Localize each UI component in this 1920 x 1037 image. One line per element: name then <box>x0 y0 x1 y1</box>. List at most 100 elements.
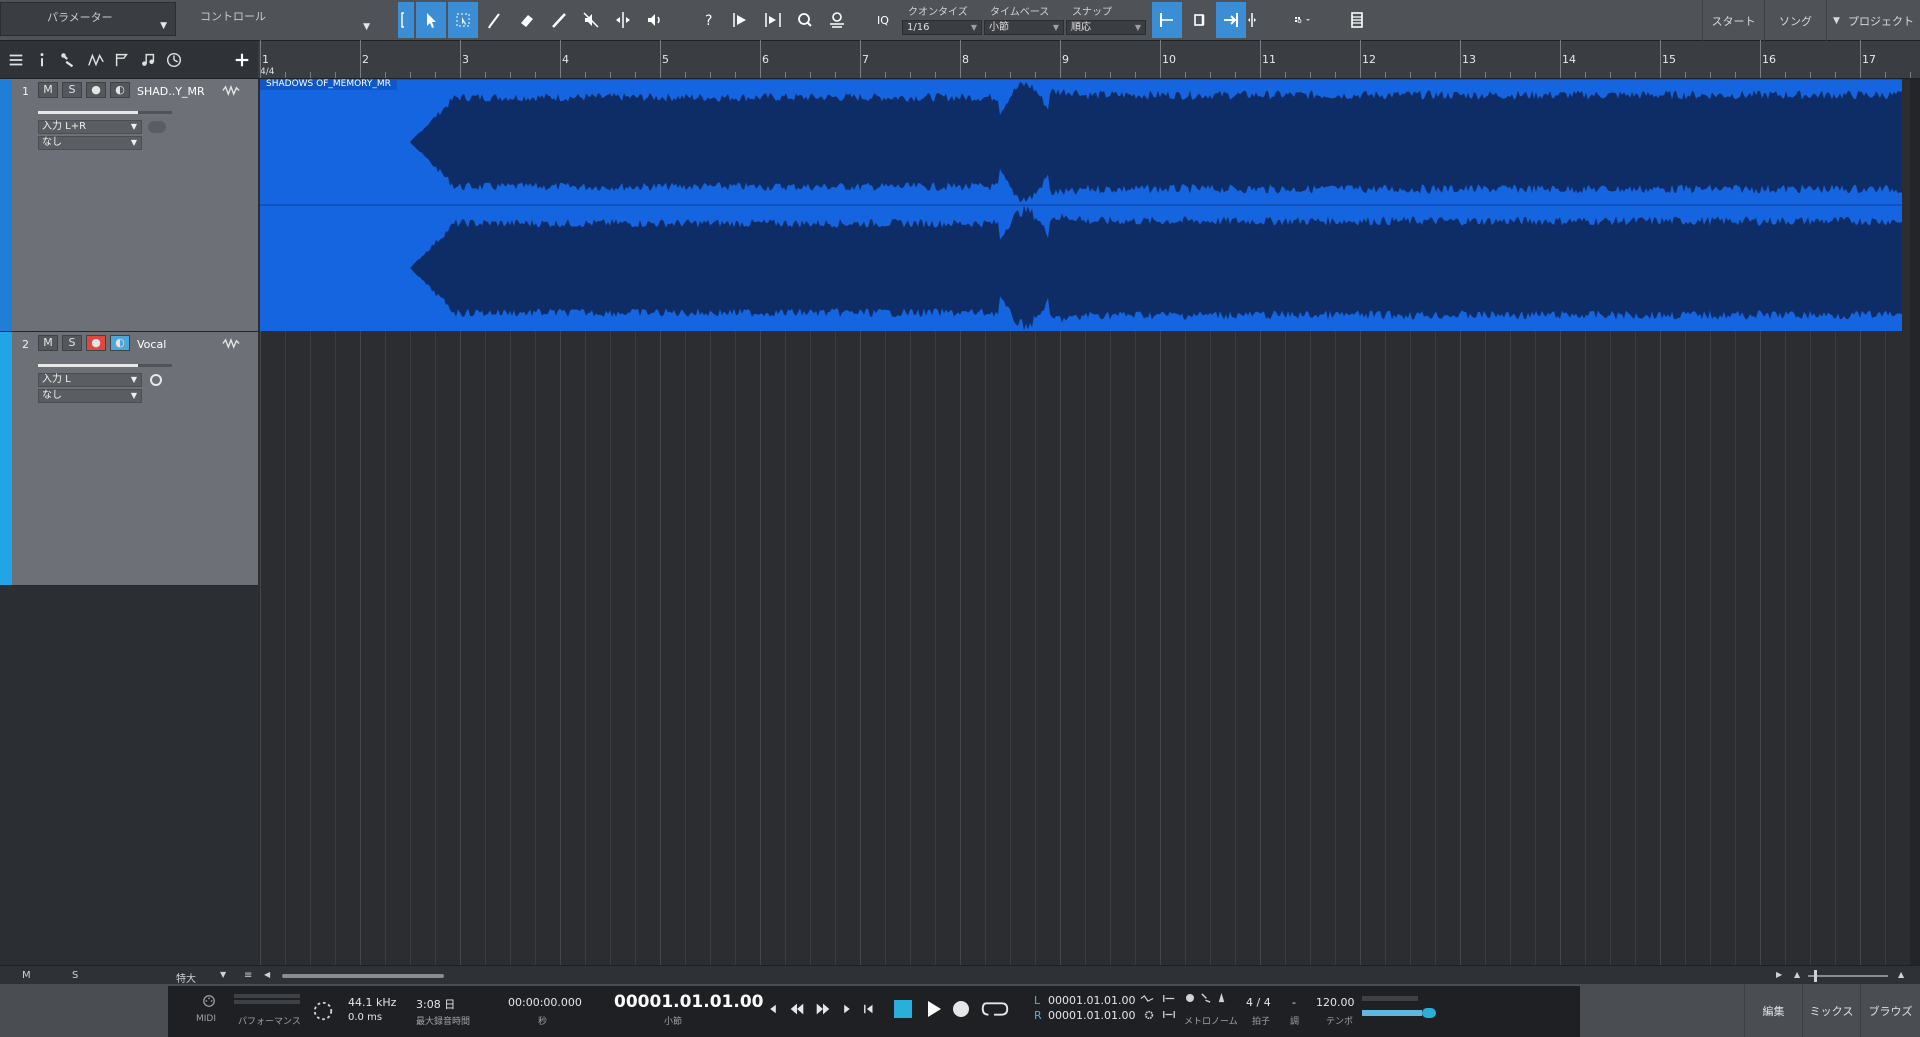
rewind-icon[interactable] <box>760 996 786 1022</box>
follow-play-icon[interactable] <box>758 2 788 38</box>
output-select[interactable]: なし ▼ <box>38 136 142 150</box>
time-signature[interactable]: 4 / 4 <box>1246 996 1271 1009</box>
arrange-view[interactable]: SHADOWS OF_MEMORY_MR <box>258 79 1910 965</box>
waveform-icon[interactable] <box>222 338 240 349</box>
metronome-settings-icon[interactable] <box>1200 992 1211 1003</box>
input-select[interactable]: 入力 L ▼ <box>38 373 142 387</box>
preroll-icon[interactable] <box>1162 994 1176 1003</box>
volume-slider[interactable] <box>38 111 172 114</box>
control-dropdown[interactable]: コントロール ▼ <box>154 2 378 36</box>
loop-button[interactable] <box>978 996 1012 1022</box>
automation-icon[interactable] <box>86 50 106 70</box>
marker-icon[interactable] <box>112 50 132 70</box>
vertical-scrollbar[interactable] <box>1910 79 1920 965</box>
quantize-select[interactable]: 1/16 ▼ <box>902 20 982 35</box>
sync-icon[interactable] <box>312 1000 334 1022</box>
play-button[interactable] <box>920 996 946 1022</box>
start-nav-button[interactable]: スタート <box>1702 0 1764 41</box>
wrench-icon[interactable] <box>58 50 78 70</box>
record-arm-button[interactable]: ● <box>86 335 106 351</box>
browse-nav-button[interactable]: ブラウズ <box>1860 984 1920 1037</box>
global-mute-button[interactable]: M <box>22 970 31 981</box>
metronome-icon[interactable] <box>1216 992 1227 1003</box>
chevron-down-icon[interactable]: ▼ <box>220 970 226 979</box>
toggle-icon[interactable] <box>1422 1008 1436 1018</box>
split-tool-button[interactable] <box>480 2 510 38</box>
track-size-select[interactable]: 特大 <box>176 970 196 985</box>
stop-button[interactable] <box>890 996 916 1022</box>
metronome-on-icon[interactable] <box>1186 994 1194 1002</box>
zoom-icon[interactable] <box>790 2 820 38</box>
snap-to-cursor-icon[interactable] <box>1184 2 1214 38</box>
snap-select[interactable]: 順応 ▼ <box>1066 20 1146 35</box>
iq-button[interactable]: IQ <box>870 2 896 38</box>
seconds-display[interactable]: 00:00:00.000 <box>508 996 582 1009</box>
zoom-slider[interactable] <box>1808 975 1888 977</box>
loop-right[interactable]: 00001.01.01.00 <box>1048 1009 1135 1022</box>
precount-icon[interactable] <box>1140 994 1154 1003</box>
track-1[interactable]: 1 M S ● ◐ SHAD..Y_MR 入力 L+R ▼ なし ▼ <box>0 79 258 332</box>
fast-rewind-icon[interactable] <box>784 996 810 1022</box>
list-icon[interactable]: ≡ <box>244 970 252 981</box>
input-select[interactable]: 入力 L+R ▼ <box>38 120 142 134</box>
add-track-icon[interactable] <box>232 50 252 70</box>
volume-slider[interactable] <box>38 364 172 367</box>
position-display[interactable]: 00001.01.01.00 <box>614 992 764 1012</box>
menu-icon[interactable] <box>6 50 26 70</box>
waveform-icon[interactable] <box>222 85 240 96</box>
return-to-zero-icon[interactable] <box>856 996 882 1022</box>
arrow-tool-button[interactable] <box>416 2 446 38</box>
mixdown-icon[interactable] <box>822 2 852 38</box>
monitor-button[interactable]: ◐ <box>110 82 130 98</box>
range-tool-button[interactable] <box>448 2 478 38</box>
grid-view-button[interactable] <box>1282 2 1322 38</box>
video-icon[interactable] <box>1342 2 1372 38</box>
mono-icon[interactable] <box>150 374 162 386</box>
solo-button[interactable]: S <box>62 335 82 351</box>
record-arm-button[interactable]: ● <box>86 82 106 98</box>
bend-tool-button[interactable] <box>608 2 638 38</box>
track-2[interactable]: 2 M S ● ◐ Vocal 入力 L ▼ なし ▼ <box>0 332 258 586</box>
mix-nav-button[interactable]: ミックス <box>1802 984 1860 1037</box>
project-nav-button[interactable]: ▼ プロジェクト <box>1826 0 1920 41</box>
song-nav-button[interactable]: ソング <box>1764 0 1826 41</box>
stereo-link-icon[interactable] <box>148 121 166 133</box>
tempo-value[interactable]: 120.00 <box>1316 996 1355 1009</box>
edit-nav-button[interactable]: 編集 <box>1744 984 1802 1037</box>
zoom-slider-handle[interactable] <box>1814 970 1817 982</box>
track-name[interactable]: SHAD..Y_MR <box>137 85 205 98</box>
punch-icon[interactable] <box>1162 1010 1176 1019</box>
horizontal-scrollbar[interactable] <box>282 974 444 978</box>
record-button[interactable] <box>948 996 974 1022</box>
mute-button[interactable]: M <box>38 82 58 98</box>
scroll-right-icon[interactable]: ▶ <box>1776 970 1782 979</box>
help-button[interactable]: ? <box>694 2 724 38</box>
timeline-ruler[interactable]: 4/4 1 2 3 4 5 6 7 8 9 10 11 12 13 14 15 16 17 <box>258 40 1920 79</box>
tempo-track-icon[interactable] <box>164 50 184 70</box>
mute-tool-button[interactable] <box>576 2 606 38</box>
key-value[interactable]: - <box>1292 996 1296 1009</box>
autoscroll-icon[interactable] <box>726 2 756 38</box>
output-select[interactable]: なし ▼ <box>38 389 142 403</box>
track-name[interactable]: Vocal <box>137 338 166 351</box>
zoom-in-icon[interactable]: ▲ <box>1898 970 1904 979</box>
settings-icon[interactable] <box>1144 1010 1154 1020</box>
audio-clip[interactable]: SHADOWS OF_MEMORY_MR <box>260 79 1902 331</box>
solo-button[interactable]: S <box>62 82 82 98</box>
split-marker-icon[interactable] <box>1240 2 1264 38</box>
timebase-select[interactable]: 小節 ▼ <box>984 20 1064 35</box>
mute-button[interactable]: M <box>38 335 58 351</box>
global-solo-button[interactable]: S <box>72 970 78 981</box>
chord-track-icon[interactable] <box>138 50 158 70</box>
listen-tool-button[interactable] <box>640 2 670 38</box>
parameter-dropdown[interactable]: パラメーター ▼ <box>0 2 176 36</box>
snap-to-grid-icon[interactable] <box>1152 2 1182 38</box>
eraser-tool-button[interactable] <box>512 2 542 38</box>
scroll-left-icon[interactable]: ◀ <box>264 970 270 979</box>
loop-left[interactable]: 00001.01.01.00 <box>1048 994 1135 1007</box>
fast-forward-icon[interactable] <box>810 996 836 1022</box>
zoom-out-icon[interactable]: ▲ <box>1794 970 1800 979</box>
paint-tool-button[interactable] <box>544 2 574 38</box>
info-icon[interactable] <box>32 50 52 70</box>
monitor-button[interactable]: ◐ <box>110 335 130 351</box>
